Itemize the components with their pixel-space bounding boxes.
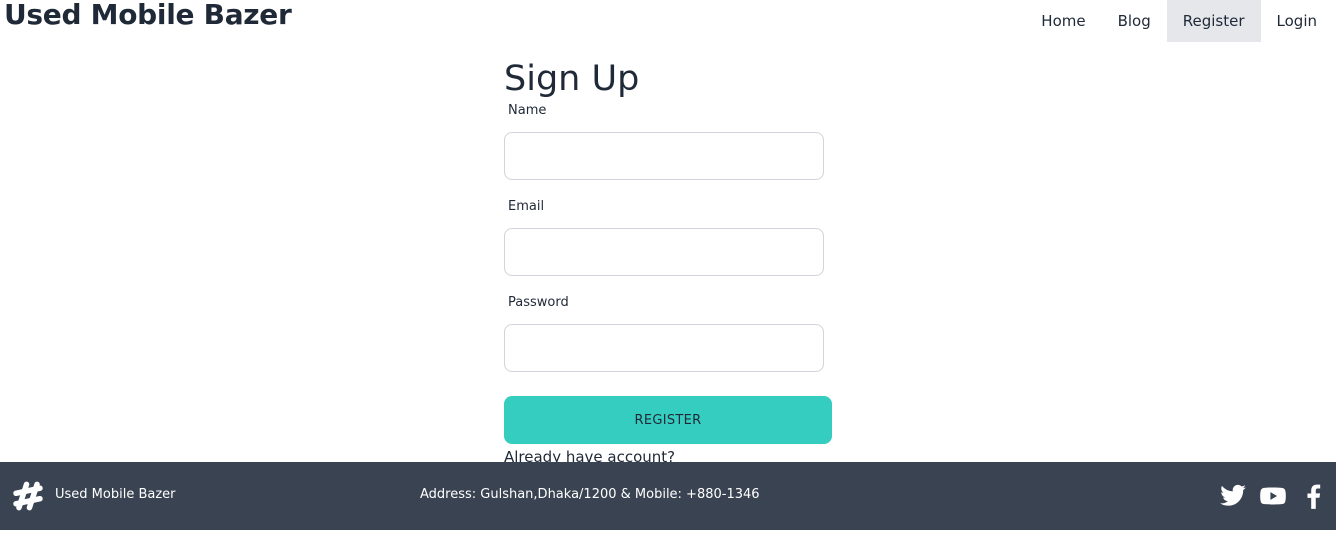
nav-home[interactable]: Home xyxy=(1025,0,1101,42)
password-label: Password xyxy=(508,295,569,310)
signup-form: Sign Up Name Email Password REGISTER Alr… xyxy=(504,56,834,466)
email-label: Email xyxy=(508,199,545,214)
register-button[interactable]: REGISTER xyxy=(504,396,832,444)
footer: Used Mobile Bazer Address: Gulshan,Dhaka… xyxy=(0,462,1336,530)
password-input[interactable] xyxy=(504,324,824,372)
name-input[interactable] xyxy=(504,132,824,180)
page-title: Sign Up xyxy=(504,59,640,99)
navbar: Used Mobile Bazer Home Blog Register Log… xyxy=(0,0,1336,42)
email-input[interactable] xyxy=(504,228,824,276)
hashtag-icon xyxy=(10,478,46,514)
nav-register[interactable]: Register xyxy=(1166,0,1261,42)
twitter-icon[interactable] xyxy=(1219,482,1247,510)
name-label: Name xyxy=(508,103,547,118)
brand-title[interactable]: Used Mobile Bazer xyxy=(4,0,292,31)
footer-address: Address: Gulshan,Dhaka/1200 & Mobile: +8… xyxy=(420,487,760,502)
nav-blog[interactable]: Blog xyxy=(1102,0,1167,42)
facebook-icon[interactable] xyxy=(1300,482,1328,510)
nav-menu: Home Blog Register Login xyxy=(1025,0,1333,42)
nav-login[interactable]: Login xyxy=(1261,0,1333,42)
youtube-icon[interactable] xyxy=(1259,482,1287,510)
footer-brand: Used Mobile Bazer xyxy=(55,487,176,502)
